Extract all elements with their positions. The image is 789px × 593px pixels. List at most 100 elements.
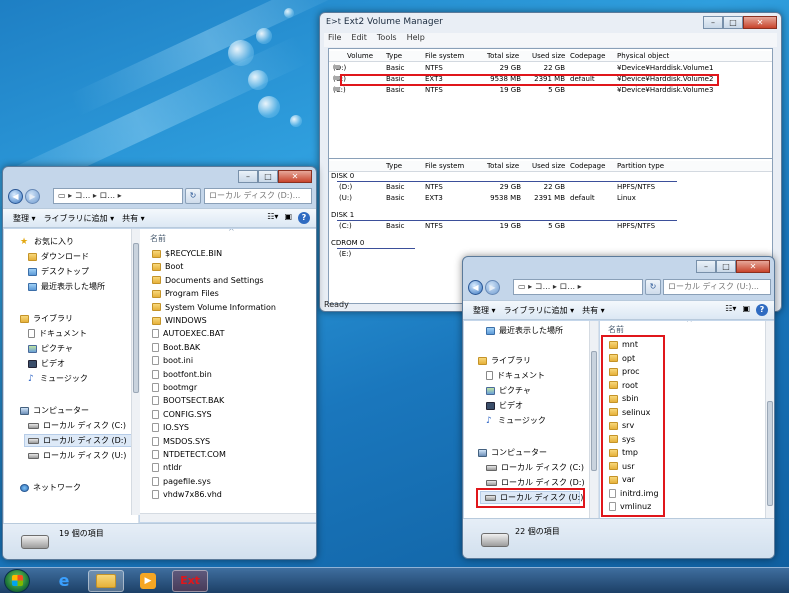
file-item[interactable]: IO.SYS xyxy=(152,423,189,433)
view-options-icon[interactable]: ☷▾ xyxy=(267,212,278,224)
file-item[interactable]: bootmgr xyxy=(152,383,197,392)
refresh-button[interactable]: ↻ xyxy=(645,279,661,295)
nav-recent[interactable]: 最近表示した場所 xyxy=(486,325,563,336)
file-item[interactable]: BOOTSECT.BAK xyxy=(152,396,224,406)
file-item[interactable]: $RECYCLE.BIN xyxy=(152,249,222,258)
preview-pane-icon[interactable]: ▣ xyxy=(742,304,750,316)
nav-pictures[interactable]: ピクチャ xyxy=(28,343,73,354)
col-total-size[interactable]: Total size xyxy=(487,52,519,60)
breadcrumb-drive[interactable]: ロ... xyxy=(99,191,115,200)
add-to-library-button[interactable]: ライブラリに追加 ▾ xyxy=(504,305,575,316)
share-button[interactable]: 共有 ▾ xyxy=(122,213,145,224)
nav-scrollbar[interactable] xyxy=(589,321,598,518)
file-item[interactable]: vhdw7x86.vhd xyxy=(152,490,222,500)
col-type[interactable]: Type xyxy=(386,162,402,170)
view-options-icon[interactable]: ☷▾ xyxy=(725,304,736,316)
nav-recent[interactable]: 最近表示した場所 xyxy=(28,281,105,292)
breadcrumb-computer[interactable]: コ... xyxy=(75,191,91,200)
menu-edit[interactable]: Edit xyxy=(351,33,367,47)
minimize-button[interactable]: – xyxy=(238,170,258,183)
scrollbar-thumb[interactable] xyxy=(591,351,597,471)
scrollbar-thumb[interactable] xyxy=(767,401,773,506)
col-volume[interactable]: Volume xyxy=(347,52,373,60)
col-partition-type[interactable]: Partition type xyxy=(617,162,664,170)
nav-drive-u[interactable]: ローカル ディスク (U:) xyxy=(28,450,126,461)
close-button[interactable]: ✕ xyxy=(278,170,312,183)
ext2-taskbar-button[interactable]: Ext xyxy=(172,569,208,592)
maximize-button[interactable]: □ xyxy=(716,260,736,273)
nav-music[interactable]: ♪ ミュージック xyxy=(486,415,546,426)
col-filesystem[interactable]: File system xyxy=(425,52,464,60)
file-item[interactable]: MSDOS.SYS xyxy=(152,436,210,446)
back-button[interactable]: ◀ xyxy=(8,188,23,204)
file-item[interactable]: Boot.BAK xyxy=(152,342,200,352)
file-item[interactable]: boot.ini xyxy=(152,356,193,366)
col-physical-object[interactable]: Physical object xyxy=(617,52,669,60)
file-scrollbar[interactable] xyxy=(765,321,774,518)
minimize-button[interactable]: – xyxy=(696,260,716,273)
close-button[interactable]: ✕ xyxy=(736,260,770,273)
nav-libraries[interactable]: ライブラリ xyxy=(20,313,73,324)
nav-favorites[interactable]: ★ お気に入り xyxy=(20,236,74,247)
file-item[interactable]: System Volume Information xyxy=(152,303,276,312)
nav-desktop[interactable]: デスクトップ xyxy=(28,266,89,277)
start-button[interactable] xyxy=(4,568,30,593)
nav-drive-d[interactable]: ローカル ディスク (D:) xyxy=(24,434,138,447)
file-item[interactable]: bootfont.bin xyxy=(152,369,212,379)
file-item[interactable]: Boot xyxy=(152,262,183,271)
nav-libraries[interactable]: ライブラリ xyxy=(478,355,531,366)
help-icon[interactable]: ? xyxy=(756,304,768,316)
col-used-size[interactable]: Used size xyxy=(532,162,565,170)
partition-row[interactable]: (U:) Basic EXT3 9538 MB 2391 MB default Linux xyxy=(329,193,772,204)
menu-tools[interactable]: Tools xyxy=(377,33,397,47)
scrollbar-thumb[interactable] xyxy=(133,243,139,393)
nav-pictures[interactable]: ピクチャ xyxy=(486,385,531,396)
file-item[interactable]: NTDETECT.COM xyxy=(152,450,226,459)
nav-drive-c[interactable]: ローカル ディスク (C:) xyxy=(28,420,126,431)
back-button[interactable]: ◀ xyxy=(468,279,483,295)
nav-videos[interactable]: ビデオ xyxy=(486,400,523,411)
add-to-library-button[interactable]: ライブラリに追加 ▾ xyxy=(44,213,115,224)
nav-drive-c[interactable]: ローカル ディスク (C:) xyxy=(486,462,584,473)
col-type[interactable]: Type xyxy=(386,52,402,60)
file-item[interactable]: CONFIG.SYS xyxy=(152,409,212,419)
file-item[interactable]: pagefile.sys xyxy=(152,476,211,486)
column-header-name[interactable]: 名前 xyxy=(150,233,166,244)
nav-documents[interactable]: ドキュメント xyxy=(28,328,87,339)
forward-button[interactable]: ▶ xyxy=(25,188,40,204)
file-item[interactable]: WINDOWS xyxy=(152,316,207,325)
breadcrumb-computer[interactable]: コ... xyxy=(535,282,551,291)
address-bar[interactable]: ▭ ▸ コ... ▸ ロ... ▸ xyxy=(513,279,643,295)
horizontal-scrollbar[interactable] xyxy=(140,513,316,522)
search-box[interactable]: ローカル ディスク (U:)... xyxy=(663,279,771,295)
search-box[interactable]: ローカル ディスク (D:)... xyxy=(204,188,312,204)
col-codepage[interactable]: Codepage xyxy=(570,52,605,60)
nav-downloads[interactable]: ダウンロード xyxy=(28,251,89,262)
organize-button[interactable]: 整理 ▾ xyxy=(473,305,496,316)
maximize-button[interactable]: □ xyxy=(258,170,278,183)
breadcrumb-drive[interactable]: ロ... xyxy=(559,282,575,291)
col-used-size[interactable]: Used size xyxy=(532,52,565,60)
nav-computer[interactable]: コンピューター xyxy=(20,405,89,416)
nav-scrollbar[interactable] xyxy=(131,229,140,515)
column-header-name[interactable]: 名前 xyxy=(608,324,624,335)
nav-music[interactable]: ♪ ミュージック xyxy=(28,373,88,384)
col-codepage[interactable]: Codepage xyxy=(570,162,605,170)
nav-drive-d[interactable]: ローカル ディスク (D:) xyxy=(486,477,585,488)
menu-file[interactable]: File xyxy=(328,33,341,47)
explorer-taskbar-button[interactable] xyxy=(88,569,124,592)
nav-computer[interactable]: コンピューター xyxy=(478,447,547,458)
file-item[interactable]: Documents and Settings xyxy=(152,276,264,285)
share-button[interactable]: 共有 ▾ xyxy=(582,305,605,316)
help-icon[interactable]: ? xyxy=(298,212,310,224)
volume-row[interactable]: (C:) Basic NTFS 19 GB 5 GB ¥Device¥Harddisk.V… xyxy=(329,85,772,96)
address-bar[interactable]: ▭ ▸ コ... ▸ ロ... ▸ xyxy=(53,188,183,204)
maximize-button[interactable]: □ xyxy=(723,16,743,29)
media-player-button[interactable]: ▶ xyxy=(130,570,166,592)
partition-row[interactable]: (C:) Basic NTFS 19 GB 5 GB HPFS/NTFS xyxy=(329,221,772,232)
col-total-size[interactable]: Total size xyxy=(487,162,519,170)
nav-videos[interactable]: ビデオ xyxy=(28,358,65,369)
forward-button[interactable]: ▶ xyxy=(485,279,500,295)
organize-button[interactable]: 整理 ▾ xyxy=(13,213,36,224)
volume-row[interactable]: (D:) Basic NTFS 29 GB 22 GB ¥Device¥Harddisk.… xyxy=(329,63,772,74)
